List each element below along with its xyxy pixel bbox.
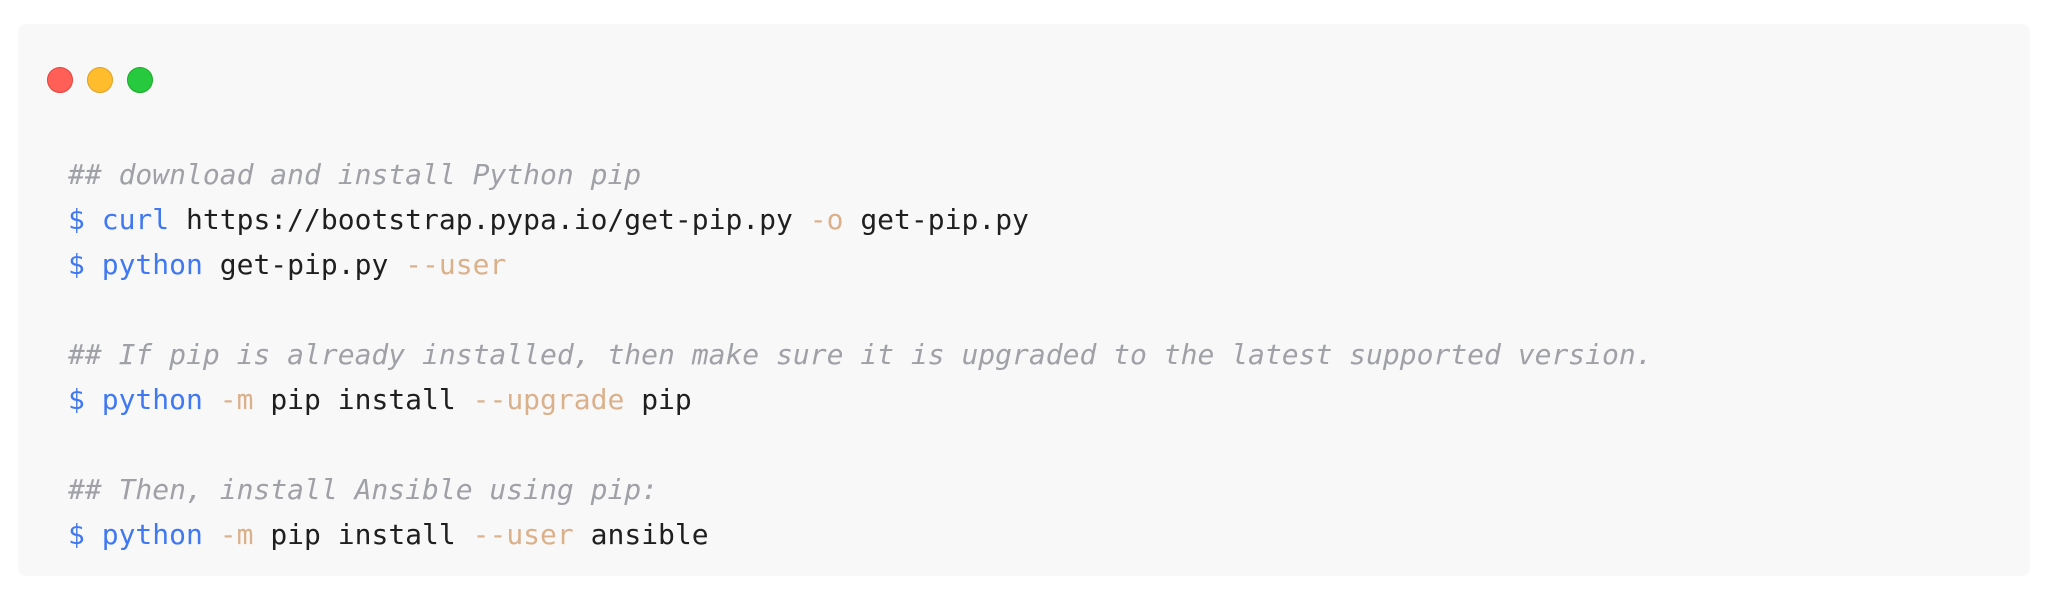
- shell-prompt: $: [68, 248, 85, 281]
- command-flag: --user: [405, 248, 507, 281]
- command-flag: --upgrade: [472, 383, 625, 416]
- command-name: python: [101, 383, 203, 416]
- shell-prompt: $: [68, 203, 85, 236]
- code-comment: ## download and install Python pip: [68, 158, 642, 191]
- command-flag: -o: [809, 203, 844, 236]
- command-flag: -m: [219, 383, 254, 416]
- code-block[interactable]: ## download and install Python pip $ curl…: [68, 152, 1653, 557]
- command-argument: get-pip.py: [219, 248, 389, 281]
- command-argument: pip: [641, 383, 692, 416]
- maximize-dot-icon[interactable]: [127, 67, 153, 93]
- command-flag: -m: [219, 518, 254, 551]
- command-argument: pip install: [270, 383, 456, 416]
- code-line-comment-1: ## download and install Python pip: [68, 152, 1653, 197]
- shell-prompt: $: [68, 518, 85, 551]
- code-comment: ## If pip is already installed, then mak…: [68, 338, 1653, 371]
- command-argument: https://bootstrap.pypa.io/get-pip.py: [186, 203, 793, 236]
- code-line-curl: $ curl https://bootstrap.pypa.io/get-pip…: [68, 197, 1653, 242]
- command-name: curl: [101, 203, 170, 236]
- command-name: python: [101, 248, 203, 281]
- minimize-dot-icon[interactable]: [87, 67, 113, 93]
- shell-prompt: $: [68, 383, 85, 416]
- code-window: ## download and install Python pip $ curl…: [18, 24, 2030, 576]
- code-line-install-ansible: $ python -m pip install --user ansible: [68, 512, 1653, 557]
- code-comment: ## Then, install Ansible using pip:: [68, 473, 659, 506]
- code-line-comment-2: ## If pip is already installed, then mak…: [68, 332, 1653, 377]
- command-argument: ansible: [590, 518, 709, 551]
- close-dot-icon[interactable]: [47, 67, 73, 93]
- window-controls: [47, 67, 153, 93]
- command-flag: --user: [472, 518, 574, 551]
- code-line-python-get-pip: $ python get-pip.py --user: [68, 242, 1653, 287]
- command-argument: pip install: [270, 518, 456, 551]
- code-line-pip-upgrade: $ python -m pip install --upgrade pip: [68, 377, 1653, 422]
- command-argument: get-pip.py: [860, 203, 1029, 236]
- code-line-comment-3: ## Then, install Ansible using pip:: [68, 467, 1653, 512]
- command-name: python: [101, 518, 203, 551]
